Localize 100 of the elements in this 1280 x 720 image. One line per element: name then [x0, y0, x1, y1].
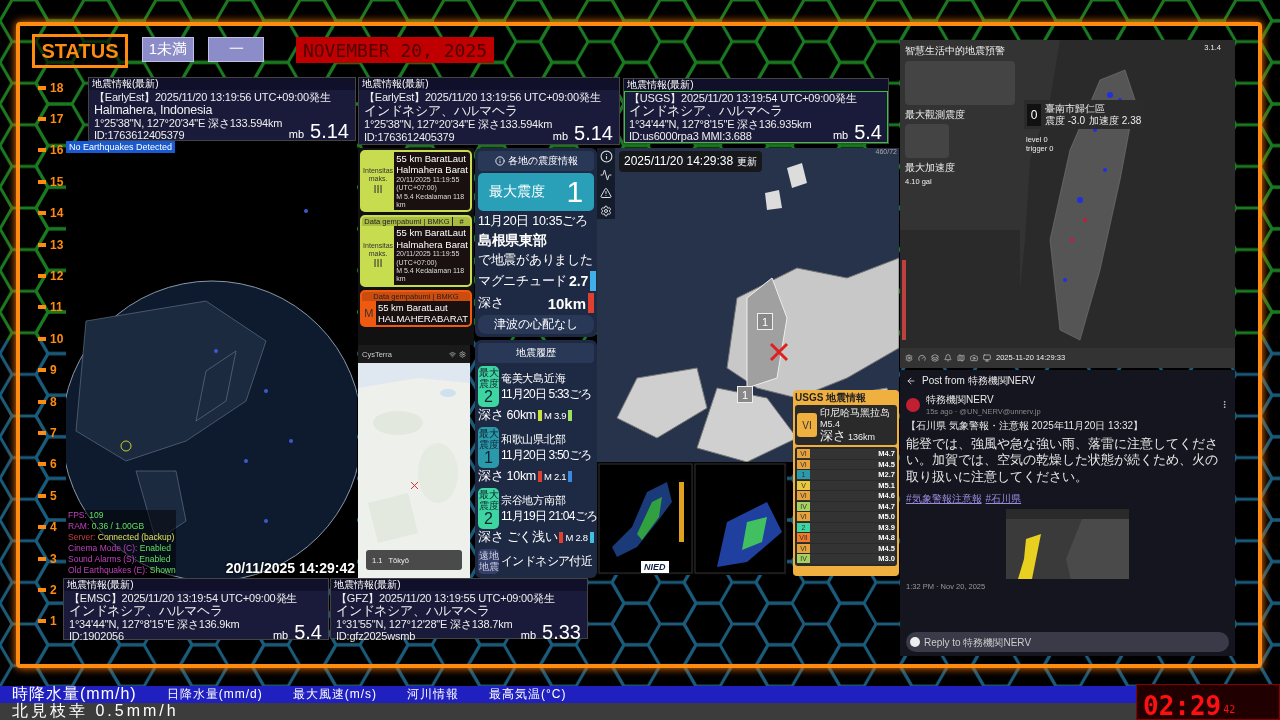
magnitude-value: 5.4: [294, 622, 322, 642]
quake-detail: 【USGS】2025/11/20 13:19:54 UTC+09:00発生: [629, 92, 857, 104]
location-text: 55 km BaratLaut: [396, 153, 467, 165]
max-accel-label: 最大加速度: [905, 162, 956, 174]
quake-note: で地震がありました: [478, 252, 594, 269]
history-badge: 遠地地震: [478, 549, 499, 574]
history-badge: 最大震度 1: [478, 427, 499, 468]
reply-field[interactable]: Reply to 特務機関NERV: [906, 632, 1229, 652]
quake-detail: インドネシア、ハルマヘラ: [69, 604, 223, 618]
intensity-value: M: [364, 307, 374, 320]
ticker-heading: 河川情報: [407, 686, 459, 703]
ruler-number: 9: [50, 363, 57, 378]
depth-text: 深さ 60km: [478, 407, 536, 424]
max-intensity-label: 最大觀測震度: [905, 108, 966, 120]
ruler-number: 13: [50, 237, 64, 252]
ruler-number: 5: [50, 488, 57, 503]
quake-time: 11月20日 10:35ごろ: [478, 213, 589, 230]
location-text: Halmahera Barat: [396, 164, 468, 176]
hashtag-link[interactable]: #石川県: [985, 492, 1022, 504]
ruler-number: 15: [50, 174, 64, 189]
history-badge: 最大震度 2: [478, 366, 499, 407]
ruler-number: 14: [50, 206, 64, 221]
depth-value: 10km: [547, 294, 586, 312]
quake-detail: 【GFZ】2025/11/20 13:19:55 UTC+09:00発生: [336, 592, 555, 604]
quake-detail: Halmahera, Indonesia: [94, 103, 213, 117]
station-intensity: 震度 -3.0: [1045, 114, 1085, 126]
ticker-heading: 日降水量(mm/d): [166, 686, 263, 703]
magnitude-unit: mb: [272, 629, 289, 641]
status-badge: 一: [208, 37, 264, 62]
ticker-message: 北見枝幸 0.5mm/h: [12, 702, 179, 720]
magnitude-unit: mb: [520, 629, 537, 641]
quake-detail: 【EarlyEst】2025/11/20 13:19:56 UTC+09:00発生: [94, 91, 331, 103]
date-display: NOVEMBER 20, 2025: [296, 37, 494, 63]
ruler-number: 12: [50, 269, 64, 284]
panel-title: 地震履歴: [478, 343, 594, 363]
magnitude-unit: mb: [552, 130, 569, 142]
tsunami-notice: 津波の心配なし: [478, 315, 594, 334]
card-title: 地震情報(最新): [89, 78, 355, 90]
quake-id: ID:1902056: [69, 630, 124, 642]
history-time: 11月20日 5:33ごろ: [501, 385, 593, 403]
ruler-number: 4: [50, 520, 57, 535]
ruler-number: 6: [50, 457, 57, 472]
clock-time: 02:29: [1143, 693, 1222, 719]
location-text: Halmahera Barat: [396, 238, 468, 251]
quake-detail: インドネシア、ハルマヘラ: [364, 103, 518, 118]
ticker-heading: 時降水量(mm/h): [12, 684, 137, 703]
history-region: 奄美大島近海: [501, 370, 567, 386]
quake-detail: 1°34'44"N, 127°8'15"E 深さ136.935km: [629, 118, 812, 130]
intensity-value: III: [373, 182, 383, 195]
station-accel: 加速度 2.38: [1089, 114, 1142, 126]
ticker-heading: 最高気温(°C): [489, 686, 567, 703]
quake-detail: 1°25'38"N, 127°20'34"E 深さ133.594km: [364, 118, 553, 131]
magnitude-unit: mb: [832, 129, 849, 141]
card-title: 地震情報(最新): [624, 79, 888, 91]
ruler-number: 2: [50, 582, 57, 597]
quake-detail: 【EMSC】2025/11/20 13:19:54 UTC+09:00発生: [69, 592, 298, 604]
quake-id: ID:us6000rpa3 MMI:3.688: [629, 130, 752, 142]
location-text: 55 km BaratLaut: [396, 227, 467, 239]
quake-detail: 1°31'55"N, 127°12'28"E 深さ138.7km: [336, 618, 513, 630]
ruler-number: 17: [50, 112, 64, 127]
quake-detail: 1°25'38"N, 127°20'34"E 深さ133.594km: [94, 117, 283, 129]
author-name: 特務機関NERV: [926, 393, 995, 407]
magnitude-value: M 2.1: [543, 471, 567, 482]
quake-region: 島根県東部: [478, 232, 548, 250]
magnitude-value: 5.33: [542, 622, 581, 642]
magnitude-value: 5.14: [310, 121, 349, 141]
ticker-heading: 最大風速(m/s): [292, 686, 377, 703]
hashtag-link[interactable]: #気象警報注意報: [906, 492, 982, 504]
intensity-value: III: [373, 257, 383, 270]
station-value: 0: [1027, 103, 1041, 126]
location-text: 55 km BaratLaut: [377, 301, 449, 314]
history-region: インドネシア付近: [501, 553, 594, 570]
magnitude-value: M 2.8: [565, 532, 588, 543]
post-header: Post from 特務機関NERV: [922, 374, 1036, 388]
post-body: 能登では、強風や急な強い雨、落雷に注意してください。加賀では、空気の乾燥した状態が続くため、火の取り扱いに注意してください。: [906, 436, 1219, 485]
history-region: 和歌山県北部: [501, 431, 567, 447]
ruler-number: 8: [50, 394, 57, 409]
depth-text: 深さ 10km: [478, 468, 536, 485]
ruler-number: 7: [50, 426, 57, 440]
location-text: HALMAHERABARAT: [377, 313, 468, 325]
history-region: 宗谷地方南部: [501, 492, 567, 508]
status-badge: 1未満: [142, 37, 194, 62]
quake-id: ID:gfz2025wsmb: [336, 630, 416, 642]
quake-detail: 【EarlyEst】2025/11/20 13:19:56 UTC+09:00発生: [364, 91, 601, 104]
magnitude-value: 5.4: [854, 122, 882, 142]
max-intensity-value: 1: [566, 175, 584, 209]
magnitude-unit: mb: [288, 128, 305, 140]
max-intensity-label: 最大震度: [488, 183, 545, 201]
ruler-number: 18: [50, 80, 64, 95]
depth-text: 深さ ごく浅い: [478, 529, 558, 546]
ruler-number: 1: [50, 614, 57, 629]
quake-detail: 1°34'44"N, 127°8'15"E 深さ136.9km: [69, 618, 240, 630]
panel-title: 各地の震度情報: [478, 151, 594, 171]
post-title: 【石川県 気象警報・注意報 2025年11月20日 13:32】: [906, 419, 1145, 433]
magnitude-value: 2.7: [568, 273, 589, 289]
panel-title: 智慧生活中的地震預警: [905, 45, 1006, 57]
quake-detail: インドネシア、ハルマヘラ: [629, 104, 783, 118]
card-title: 地震情報(最新): [64, 579, 328, 591]
history-badge: 最大震度 2: [478, 488, 499, 529]
depth-label: 深さ: [478, 294, 504, 312]
